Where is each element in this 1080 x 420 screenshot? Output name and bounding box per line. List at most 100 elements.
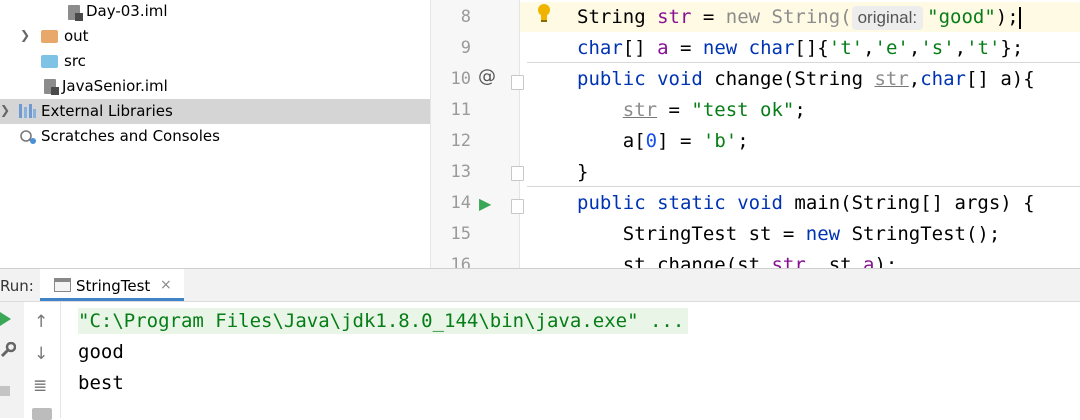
code-token: 't'	[828, 37, 864, 59]
parameter-hint: original:	[851, 6, 924, 30]
chevron-right-icon[interactable]: ❯	[0, 103, 10, 117]
stop-icon[interactable]	[0, 386, 10, 396]
code-token: ,	[908, 68, 921, 90]
code-token: };	[1000, 37, 1024, 59]
code-token: ,	[863, 37, 875, 59]
code-line-13[interactable]: }	[577, 161, 588, 183]
arrow-down-icon[interactable]: ↓	[34, 344, 48, 364]
code-token: str	[657, 6, 692, 28]
console-line: best	[78, 372, 124, 394]
code-token: );	[995, 6, 1019, 28]
soft-wrap-icon[interactable]: ≣	[33, 376, 47, 396]
code-token: ,	[908, 37, 921, 59]
code-token: =	[657, 99, 692, 121]
tree-item-scratches[interactable]: Scratches and Consoles	[0, 124, 430, 149]
code-line-16[interactable]: st.change(st.str, st.a);	[577, 254, 898, 268]
run-tab-label: StringTest	[76, 277, 151, 295]
line-number: 12	[450, 131, 471, 151]
code-token: char	[577, 37, 623, 59]
code-token: "good"	[927, 6, 996, 28]
code-line-15[interactable]: StringTest st = new StringTest();	[577, 223, 1001, 245]
rerun-icon[interactable]	[0, 312, 11, 326]
code-line-8[interactable]: String str = new String(original: "good")…	[577, 6, 1021, 30]
code-token: StringTest st =	[622, 223, 806, 245]
code-token: str	[622, 99, 658, 121]
chevron-right-icon[interactable]: ❯	[20, 28, 30, 42]
code-token: public	[577, 192, 646, 214]
method-separator	[527, 62, 1080, 63]
code-token: 'e'	[874, 37, 909, 59]
code-token: 0	[645, 130, 658, 152]
tree-item-javasenior-iml[interactable]: JavaSenior.iml	[0, 74, 430, 99]
text-caret	[1018, 6, 1021, 29]
tab-stringtest[interactable]: StringTest ×	[40, 269, 184, 301]
code-token: char	[920, 68, 966, 90]
close-icon[interactable]: ×	[160, 277, 172, 293]
code-token: change(String	[702, 68, 875, 90]
code-token: char	[748, 37, 795, 59]
code-token: ,	[954, 37, 967, 59]
code-token: a[	[622, 130, 646, 152]
tree-item-label: src	[64, 52, 86, 70]
code-token: "test ok"	[691, 99, 795, 121]
tree-item-label: External Libraries	[41, 102, 173, 120]
override-marker-icon[interactable]: @	[478, 66, 496, 87]
tree-item-day03-iml[interactable]: Day-03.iml	[0, 0, 430, 25]
tree-item-label: JavaSenior.iml	[62, 77, 168, 95]
code-token: str	[874, 68, 909, 90]
code-token: , st.	[805, 254, 864, 268]
console-line: "C:\Program Files\Java\jdk1.8.0_144\bin\…	[78, 308, 689, 334]
code-token: String	[577, 6, 646, 28]
run-header: Run: StringTest ×	[0, 269, 1080, 302]
tree-item-label: out	[64, 27, 89, 45]
iml-file-icon	[44, 79, 59, 95]
bulb-icon[interactable]	[537, 3, 551, 27]
line-number: 11	[450, 100, 471, 120]
fold-marker-icon[interactable]	[511, 75, 524, 90]
libraries-icon	[19, 104, 36, 118]
code-line-9[interactable]: char[] a = new char[]{'t','e','s','t'};	[577, 37, 1023, 59]
scratches-icon	[19, 129, 37, 145]
code-token: void	[737, 192, 783, 214]
code-token: public	[577, 68, 646, 90]
fold-marker-icon[interactable]	[511, 166, 524, 181]
editor-gutter: 8 9 10 11 12 13 14 15 16 @ ▶	[431, 0, 524, 268]
code-token: new	[725, 6, 761, 28]
scroll-to-end-icon[interactable]	[32, 408, 52, 420]
tree-item-out[interactable]: ❯ out	[0, 24, 430, 49]
tree-item-src[interactable]: src	[0, 49, 430, 74]
code-token: );	[874, 254, 898, 268]
code-token: ] =	[657, 130, 703, 152]
console-window-icon	[54, 278, 71, 292]
code-token: =	[668, 37, 703, 59]
console-command: "C:\Program Files\Java\jdk1.8.0_144\bin\…	[78, 308, 689, 334]
code-line-11[interactable]: str = "test ok";	[577, 99, 806, 121]
tree-item-external-libraries[interactable]: ❯ External Libraries	[0, 99, 430, 124]
code-token: }	[577, 161, 589, 183]
folder-src-icon	[41, 55, 58, 68]
code-editor[interactable]: 8 9 10 11 12 13 14 15 16 @ ▶ String str …	[430, 0, 1080, 268]
tree-item-label: Scratches and Consoles	[41, 127, 220, 145]
code-token: ;	[737, 130, 749, 152]
line-number: 13	[450, 162, 471, 182]
arrow-up-icon[interactable]: ↑	[34, 312, 48, 332]
console-line: good	[78, 341, 124, 363]
code-token: 't'	[966, 37, 1001, 59]
code-line-14[interactable]: public static void main(String[] args) {	[577, 192, 1035, 214]
fold-marker-icon[interactable]	[511, 199, 524, 214]
code-token: main(String[] args) {	[782, 192, 1035, 214]
line-number: 14	[450, 193, 471, 213]
code-line-10[interactable]: public void change(String str,char[] a){	[577, 68, 1035, 90]
code-token: String(	[760, 6, 852, 28]
line-number: 8	[460, 7, 471, 27]
line-number: 15	[450, 224, 471, 244]
code-token: =	[691, 6, 726, 28]
code-token: new	[702, 37, 738, 59]
run-left-toolbar	[0, 302, 25, 418]
code-token: []{	[794, 37, 829, 59]
run-gutter-icon[interactable]: ▶	[479, 194, 491, 213]
code-line-12[interactable]: a[0] = 'b';	[577, 130, 749, 152]
code-token: st.change(st.	[622, 254, 772, 268]
wrench-icon[interactable]	[0, 341, 17, 362]
